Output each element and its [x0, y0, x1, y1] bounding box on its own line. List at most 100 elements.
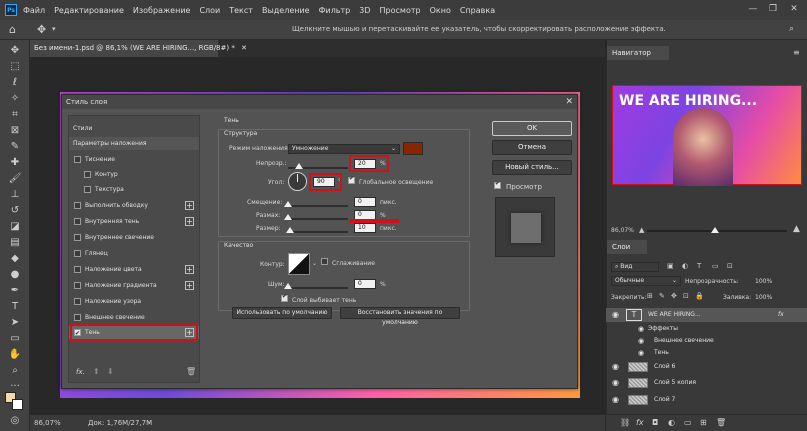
panel-menu-icon[interactable]: ≡ [793, 48, 800, 57]
lock-pixels-icon[interactable]: ⊞ [647, 292, 653, 300]
dialog-close-icon[interactable]: ✕ [565, 95, 573, 109]
type-icon[interactable]: T [7, 300, 23, 314]
style-item-contour[interactable]: Контур [69, 168, 199, 181]
filter-shape-icon[interactable]: ▭ [712, 262, 719, 270]
new-style-button[interactable]: Новый стиль... [492, 160, 572, 175]
eye-icon[interactable]: ◉ [612, 308, 619, 322]
layer-row-layer6[interactable]: ◉ Слой 6 [606, 360, 807, 374]
filter-adjust-icon[interactable]: ◐ [682, 262, 688, 270]
home-icon[interactable]: ⌂ [9, 23, 16, 36]
menu-3d[interactable]: 3D [359, 6, 370, 15]
style-item-pattern-overlay[interactable]: Наложение узора [69, 295, 199, 308]
move-up-icon[interactable]: ⬆ [93, 367, 100, 376]
filter-smart-icon[interactable]: ⊡ [727, 262, 733, 270]
stroke-checkbox[interactable] [74, 202, 81, 209]
global-light-checkbox[interactable] [348, 175, 355, 184]
menu-image[interactable]: Изображение [133, 6, 191, 15]
style-item-inner-glow[interactable]: Внутреннее свечение [69, 231, 199, 244]
color-overlay-checkbox[interactable] [74, 266, 81, 273]
blur-icon[interactable]: ◆ [7, 252, 23, 266]
menu-window[interactable]: Окно [430, 6, 451, 15]
contour-preview[interactable] [288, 253, 310, 275]
navigator-zoom-thumb[interactable] [711, 227, 719, 233]
blend-mode-select[interactable]: Умножение ⌄ [288, 144, 400, 154]
distance-slider[interactable] [288, 205, 348, 207]
lock-brush-icon[interactable]: ✎ [659, 292, 665, 300]
lock-position-icon[interactable]: ✥ [671, 292, 677, 300]
inner-shadow-checkbox[interactable] [74, 218, 81, 225]
lasso-icon[interactable]: ℓ [7, 76, 23, 90]
style-item-satin[interactable]: Глянец [69, 247, 199, 260]
add-inner-shadow-icon[interactable]: + [185, 217, 194, 226]
folder-icon[interactable]: ▭ [684, 418, 692, 427]
eye-icon[interactable]: ◉ [638, 346, 644, 360]
frame-icon[interactable]: ⊠ [7, 124, 23, 138]
cancel-button[interactable]: Отмена [492, 140, 572, 155]
menu-edit[interactable]: Редактирование [54, 6, 124, 15]
background-color-swatch[interactable] [12, 399, 23, 410]
antialias-checkbox[interactable] [321, 258, 328, 265]
stamp-icon[interactable]: ⊥ [7, 188, 23, 202]
style-item-texture[interactable]: Текстура [69, 183, 199, 196]
bevel-checkbox[interactable] [74, 156, 81, 163]
document-tab[interactable]: Без имени-1.psd @ 86,1% (WE ARE HIRING..… [30, 40, 247, 57]
noise-input[interactable]: 0 [354, 279, 376, 289]
ok-button[interactable]: OK [492, 121, 572, 136]
adjustment-icon[interactable]: ◐ [668, 418, 675, 427]
fx-menu-button[interactable]: fx. [76, 368, 85, 376]
reset-default-button[interactable]: Восстановить значения по умолчанию [340, 307, 460, 326]
layer-blend-mode[interactable]: Обычные ⌄ [611, 276, 681, 286]
trash-icon[interactable]: 🗑 [186, 367, 196, 376]
menu-layers[interactable]: Слои [199, 6, 220, 15]
dodge-icon[interactable]: ● [7, 268, 23, 282]
style-item-inner-shadow[interactable]: Внутренняя тень + [69, 215, 199, 228]
preview-checkbox[interactable] [494, 180, 501, 189]
trash-icon[interactable]: 🗑 [716, 418, 726, 427]
satin-checkbox[interactable] [74, 250, 81, 257]
history-brush-icon[interactable]: ↺ [7, 204, 23, 218]
search-icon[interactable]: ⌕ [789, 24, 794, 34]
layer-opacity-value[interactable]: 100% [755, 278, 772, 285]
size-slider[interactable] [288, 231, 348, 233]
menu-select[interactable]: Выделение [262, 6, 310, 15]
eye-icon[interactable]: ◉ [612, 393, 619, 407]
menu-type[interactable]: Текст [229, 6, 253, 15]
menu-filter[interactable]: Фильтр [319, 6, 351, 15]
lock-all-icon[interactable]: 🔒 [695, 292, 704, 300]
zoom-out-icon[interactable]: ▲ [639, 226, 644, 234]
filter-type-icon[interactable]: T [697, 262, 701, 270]
layer-kind-filter[interactable]: ⌕ Вид [611, 262, 659, 272]
spread-slider[interactable] [288, 218, 348, 220]
crop-icon[interactable]: ⌗ [7, 108, 23, 122]
healing-brush-icon[interactable]: ✚ [7, 156, 23, 170]
spread-slider-thumb[interactable] [284, 214, 292, 220]
distance-slider-thumb[interactable] [284, 201, 292, 207]
pen-icon[interactable]: ✒ [7, 284, 23, 298]
zoom-in-icon[interactable]: ▲ [793, 224, 800, 234]
add-gradient-overlay-icon[interactable]: + [185, 281, 194, 290]
magic-wand-icon[interactable]: ✧ [7, 92, 23, 106]
style-item-blending-options[interactable]: Параметры наложения [69, 137, 199, 150]
style-item-stroke[interactable]: Выполнить обводку + [69, 199, 199, 212]
hand-icon[interactable]: ✋ [7, 348, 23, 362]
fill-value[interactable]: 100% [755, 294, 772, 301]
pattern-overlay-checkbox[interactable] [74, 298, 81, 305]
filter-pixel-icon[interactable]: ▣ [667, 262, 674, 270]
minimize-icon[interactable]: — [745, 2, 761, 16]
style-item-gradient-overlay[interactable]: Наложение градиента + [69, 279, 199, 292]
chevron-down-icon[interactable]: ⌄ [312, 260, 317, 267]
eyedropper-icon[interactable]: ✎ [7, 140, 23, 154]
size-input[interactable]: 10 [354, 223, 376, 233]
contour-checkbox[interactable] [84, 171, 91, 178]
zoom-icon[interactable]: ⌕ [7, 364, 23, 378]
style-item-outer-glow[interactable]: Внешнее свечение [69, 311, 199, 324]
path-select-icon[interactable]: ➤ [7, 316, 23, 330]
angle-dial[interactable] [288, 172, 307, 191]
noise-slider[interactable] [288, 287, 348, 289]
chevron-down-icon[interactable]: ▾ [52, 25, 56, 33]
add-stroke-icon[interactable]: + [185, 201, 194, 210]
eraser-icon[interactable]: ◪ [7, 220, 23, 234]
texture-checkbox[interactable] [84, 186, 91, 193]
link-icon[interactable]: ⛓ [620, 418, 630, 427]
layer-row-text[interactable]: ◉ T WE ARE HIRING... fx [606, 308, 807, 322]
